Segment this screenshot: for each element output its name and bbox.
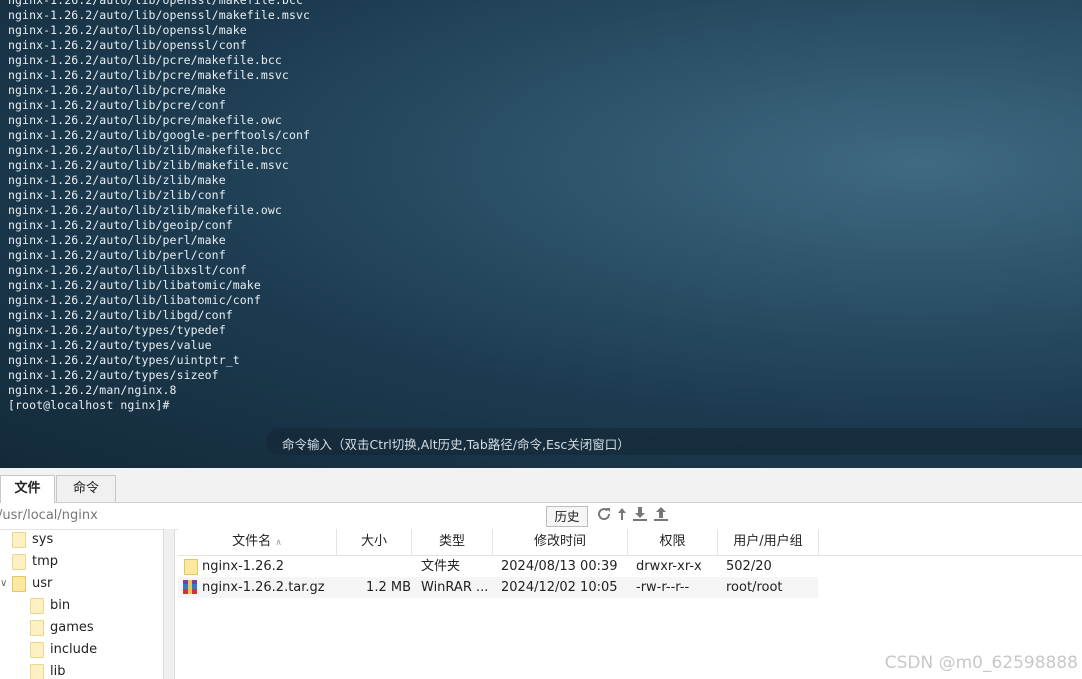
folder-icon xyxy=(12,575,26,592)
path-bar: 历史 xyxy=(0,503,1082,530)
path-input[interactable] xyxy=(0,505,542,525)
column-header-name[interactable]: 文件名 ∧ xyxy=(178,529,337,555)
file-manager-panel: 文件 命令 历史 sys tmp ∨ usr bin xyxy=(0,468,1082,679)
directory-tree: sys tmp ∨ usr bin games include lib xyxy=(0,529,163,679)
tab-file[interactable]: 文件 xyxy=(0,475,55,503)
download-icon[interactable] xyxy=(632,506,650,524)
column-header-permissions[interactable]: 权限 xyxy=(628,529,718,555)
folder-icon xyxy=(12,531,26,548)
folder-icon xyxy=(184,559,198,575)
table-row[interactable]: nginx-1.26.2 文件夹 2024/08/13 00:39 drwxr-… xyxy=(178,556,818,577)
terminal-line: nginx-1.26.2/auto/lib/pcre/makefile.bcc xyxy=(8,53,282,67)
terminal-line: nginx-1.26.2/auto/lib/perl/conf xyxy=(8,248,226,262)
terminal-line: nginx-1.26.2/auto/lib/google-perftools/c… xyxy=(8,128,311,142)
terminal-line: nginx-1.26.2/auto/lib/pcre/conf xyxy=(8,98,226,112)
table-row[interactable]: nginx-1.26.2.tar.gz 1.2 MB WinRAR ... 20… xyxy=(178,577,818,598)
terminal-line: nginx-1.26.2/auto/lib/pcre/make xyxy=(8,83,226,97)
column-header-type[interactable]: 类型 xyxy=(412,529,493,555)
file-list-header: 文件名 ∧ 大小 类型 修改时间 权限 用户/用户组 xyxy=(178,529,1082,556)
column-header-owner[interactable]: 用户/用户组 xyxy=(718,529,819,555)
terminal-line: nginx-1.26.2/auto/lib/zlib/makefile.bcc xyxy=(8,143,282,157)
command-input-bar[interactable]: 命令输入（双击Ctrl切换,Alt历史,Tab路径/命令,Esc关闭窗口） xyxy=(266,428,1082,455)
command-input-hint: 命令输入（双击Ctrl切换,Alt历史,Tab路径/命令,Esc关闭窗口） xyxy=(282,437,630,452)
terminal-line: nginx-1.26.2/auto/lib/libxslt/conf xyxy=(8,263,247,277)
terminal-line: nginx-1.26.2/auto/lib/libatomic/make xyxy=(8,278,261,292)
watermark: CSDN @m0_62598888 xyxy=(884,653,1078,673)
tree-item-tmp[interactable]: tmp xyxy=(12,551,58,573)
terminal-line: nginx-1.26.2/auto/lib/libgd/conf xyxy=(8,308,233,322)
up-directory-icon[interactable] xyxy=(615,506,633,524)
sort-ascending-icon: ∧ xyxy=(275,538,282,548)
tree-item-include[interactable]: include xyxy=(30,639,97,661)
winrar-archive-icon xyxy=(182,579,198,595)
terminal-line: nginx-1.26.2/auto/lib/openssl/makefile.m… xyxy=(8,8,311,22)
terminal-line: nginx-1.26.2/auto/types/sizeof xyxy=(8,368,219,382)
collapse-arrow-icon[interactable]: ∨ xyxy=(0,573,7,595)
terminal-line: nginx-1.26.2/auto/types/uintptr_t xyxy=(8,353,240,367)
folder-icon xyxy=(30,597,44,614)
tree-scrollbar[interactable] xyxy=(163,529,175,679)
tree-item-games[interactable]: games xyxy=(30,617,94,639)
terminal-output: nginx-1.26.2/auto/lib/openssl/makefile.b… xyxy=(8,0,310,413)
terminal-line: nginx-1.26.2/auto/lib/openssl/make xyxy=(8,23,247,37)
folder-icon xyxy=(30,641,44,658)
column-header-size[interactable]: 大小 xyxy=(337,529,412,555)
folder-icon xyxy=(30,619,44,636)
terminal-line: nginx-1.26.2/auto/lib/openssl/conf xyxy=(8,38,247,52)
folder-icon xyxy=(30,663,44,679)
terminal-line: nginx-1.26.2/auto/lib/zlib/conf xyxy=(8,188,226,202)
tab-command[interactable]: 命令 xyxy=(56,475,116,502)
column-header-mtime[interactable]: 修改时间 xyxy=(493,529,628,555)
terminal-line: nginx-1.26.2/auto/lib/pcre/makefile.msvc xyxy=(8,68,289,82)
tree-item-lib[interactable]: lib xyxy=(30,661,65,679)
terminal-line: nginx-1.26.2/auto/lib/geoip/conf xyxy=(8,218,233,232)
tree-item-bin[interactable]: bin xyxy=(30,595,70,617)
refresh-icon[interactable] xyxy=(596,506,614,524)
terminal-line: nginx-1.26.2/auto/lib/perl/make xyxy=(8,233,226,247)
terminal-line: nginx-1.26.2/auto/types/value xyxy=(8,338,212,352)
terminal-line: nginx-1.26.2/auto/types/typedef xyxy=(8,323,226,337)
terminal-panel[interactable]: nginx-1.26.2/auto/lib/openssl/makefile.b… xyxy=(0,0,1082,468)
tree-item-sys[interactable]: sys xyxy=(12,529,53,551)
terminal-line: nginx-1.26.2/auto/lib/zlib/makefile.owc xyxy=(8,203,282,217)
terminal-line: nginx-1.26.2/auto/lib/libatomic/conf xyxy=(8,293,261,307)
terminal-line: nginx-1.26.2/auto/lib/openssl/makefile.b… xyxy=(8,0,303,7)
terminal-line: nginx-1.26.2/auto/lib/zlib/make xyxy=(8,173,226,187)
tab-bar: 文件 命令 xyxy=(0,468,1082,503)
folder-icon xyxy=(12,553,26,570)
history-button[interactable]: 历史 xyxy=(546,506,588,527)
terminal-line: nginx-1.26.2/auto/lib/zlib/makefile.msvc xyxy=(8,158,289,172)
tree-item-usr[interactable]: ∨ usr xyxy=(0,573,52,595)
terminal-line: nginx-1.26.2/auto/lib/pcre/makefile.owc xyxy=(8,113,282,127)
upload-icon[interactable] xyxy=(653,506,671,524)
terminal-line: nginx-1.26.2/man/nginx.8 xyxy=(8,383,177,397)
terminal-prompt: [root@localhost nginx]# xyxy=(8,398,170,412)
